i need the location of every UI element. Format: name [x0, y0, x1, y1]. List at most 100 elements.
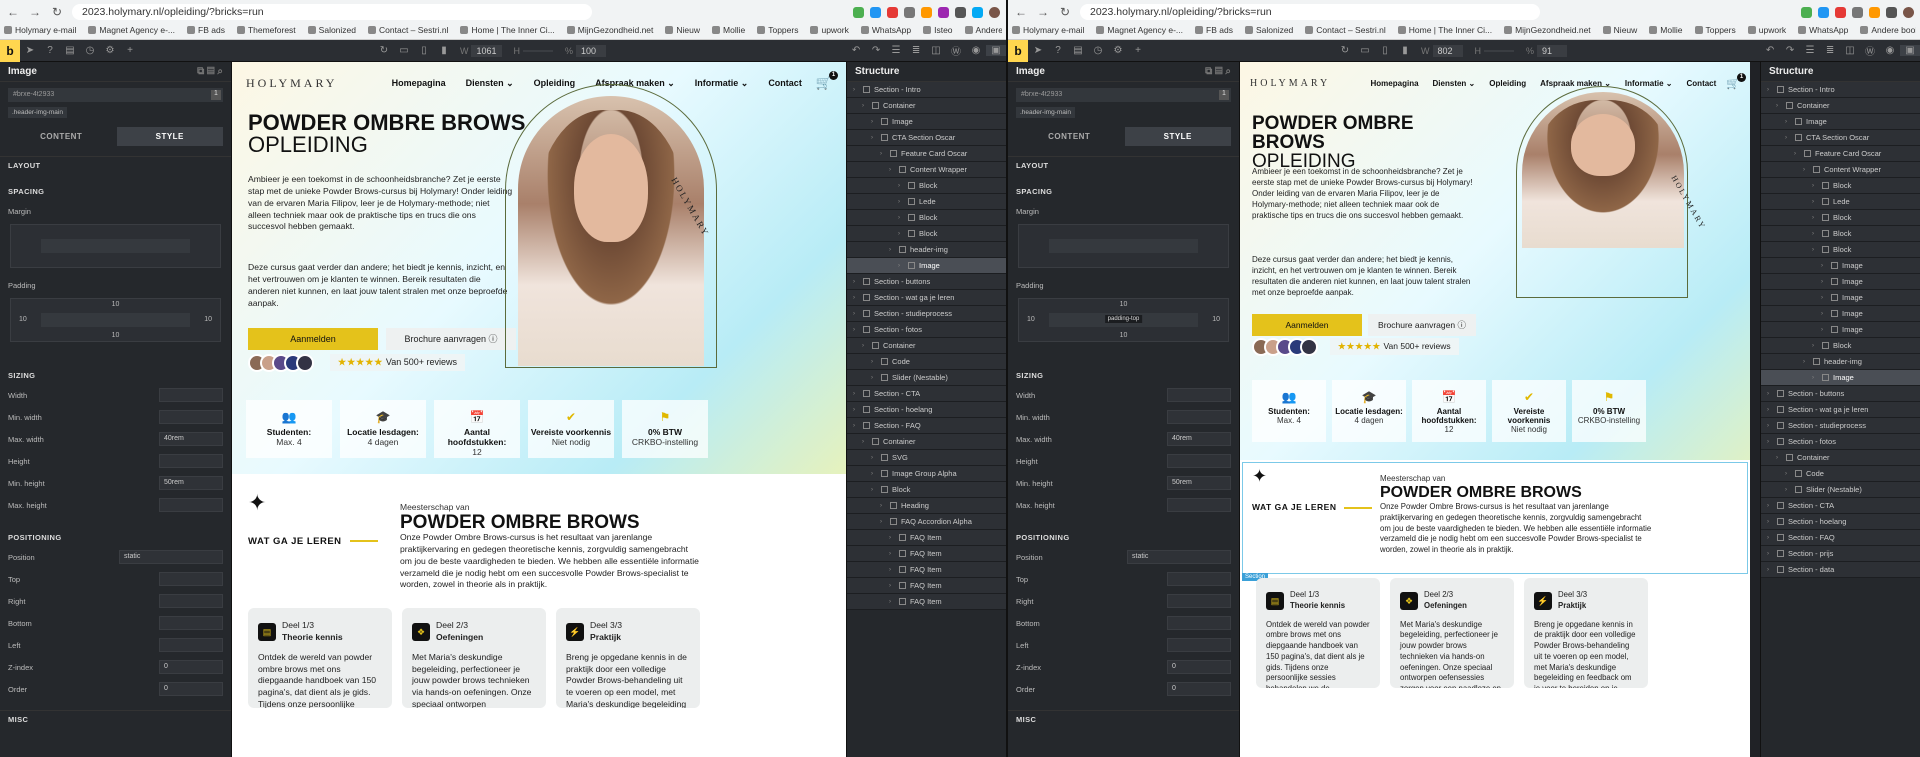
chevron-right-icon[interactable]: › — [1812, 183, 1818, 189]
chevron-right-icon[interactable]: › — [1776, 455, 1782, 461]
chevron-right-icon[interactable]: › — [1767, 391, 1773, 397]
chevron-right-icon[interactable]: › — [1767, 503, 1773, 509]
structure-item[interactable]: › Container — [1761, 450, 1920, 466]
mobile-icon[interactable]: ▮ — [1395, 45, 1415, 56]
add-icon[interactable]: + — [1128, 45, 1148, 56]
cart-icon[interactable]: 🛒 1 — [1726, 72, 1746, 90]
signup-button[interactable]: Aanmelden — [1252, 314, 1362, 336]
structure-item[interactable]: › Lede — [1761, 194, 1920, 210]
bottom-input[interactable] — [159, 616, 223, 630]
structure-item[interactable]: › Image — [1761, 290, 1920, 306]
right-input[interactable] — [1167, 594, 1231, 608]
structure-item[interactable]: › Lede — [847, 194, 1006, 210]
structure-item[interactable]: › FAQ Accordion Alpha — [847, 514, 1006, 530]
structure-item[interactable]: › Block — [847, 226, 1006, 242]
structure-item[interactable]: › Block — [1761, 226, 1920, 242]
settings-icon[interactable]: ⚙ — [100, 45, 120, 56]
pages-icon[interactable]: ▤ — [1068, 45, 1088, 56]
order-input[interactable]: 0 — [159, 682, 223, 696]
cart-icon[interactable]: 🛒 1 — [816, 71, 838, 91]
top-input[interactable] — [1167, 572, 1231, 586]
refresh-icon[interactable]: ↻ — [374, 45, 394, 56]
bookmark[interactable]: Contact – Sestri.nl — [368, 23, 448, 37]
width-field[interactable]: 1061 — [471, 44, 502, 57]
preview-icon[interactable]: ◉ — [966, 45, 986, 56]
bookmark[interactable]: Nieuw — [1602, 23, 1637, 37]
chevron-right-icon[interactable]: › — [889, 247, 895, 253]
redo-icon[interactable]: ↷ — [1780, 45, 1800, 56]
max-width-input[interactable]: 40rem — [1167, 432, 1231, 446]
bookmark[interactable]: Nieuw — [665, 23, 700, 37]
extension-icon[interactable] — [921, 6, 932, 18]
save-icon[interactable]: ▣ — [1900, 45, 1920, 56]
bookmark[interactable]: Isteo — [923, 23, 953, 37]
height-input[interactable] — [159, 454, 223, 468]
reload-icon[interactable]: ↻ — [1058, 5, 1072, 19]
menu-item[interactable]: Informatie ⌄ — [1625, 79, 1673, 88]
structure-item[interactable]: › header-img — [847, 242, 1006, 258]
save-icon[interactable]: ▣ — [986, 45, 1006, 56]
structure-item[interactable]: › Content Wrapper — [1761, 162, 1920, 178]
padding-box[interactable]: 10 10 10 10 — [10, 298, 221, 342]
section-positioning[interactable]: POSITIONING — [1008, 528, 1239, 546]
wordpress-icon[interactable]: Ⓦ — [946, 43, 966, 58]
chevron-right-icon[interactable]: › — [1821, 263, 1827, 269]
structure-item[interactable]: › Block — [1761, 242, 1920, 258]
site-logo[interactable]: HOLYMARY — [1250, 78, 1330, 89]
redo-icon[interactable]: ↷ — [866, 45, 886, 56]
chevron-right-icon[interactable]: › — [1767, 407, 1773, 413]
chevron-right-icon[interactable]: › — [871, 359, 877, 365]
structure-item[interactable]: › Section - hoelang — [847, 402, 1006, 418]
chevron-right-icon[interactable]: › — [1767, 439, 1773, 445]
chevron-right-icon[interactable]: › — [898, 215, 904, 221]
structure-item[interactable]: › SVG — [847, 450, 1006, 466]
order-input[interactable]: 0 — [1167, 682, 1231, 696]
chevron-right-icon[interactable]: › — [1785, 487, 1791, 493]
history-icon[interactable]: ◷ — [1088, 45, 1108, 56]
right-input[interactable] — [159, 594, 223, 608]
chevron-right-icon[interactable]: › — [853, 87, 859, 93]
section-sizing[interactable]: SIZING — [1008, 366, 1239, 384]
chevron-right-icon[interactable]: › — [871, 119, 877, 125]
chevron-right-icon[interactable]: › — [871, 135, 877, 141]
structure-item[interactable]: › Section - wat ga je leren — [1761, 402, 1920, 418]
structure-item[interactable]: › FAQ Item — [847, 530, 1006, 546]
min-width-input[interactable] — [159, 410, 223, 424]
preview-icon[interactable]: ◉ — [1880, 45, 1900, 56]
brochure-button[interactable]: Brochure aanvragen ⓘ — [1368, 314, 1476, 336]
structure-item[interactable]: › Slider (Nestable) — [847, 370, 1006, 386]
bookmark[interactable]: Home | The Inner Ci... — [1397, 23, 1492, 37]
structure-item[interactable]: › Container — [847, 434, 1006, 450]
zindex-input[interactable]: 0 — [1167, 660, 1231, 674]
address-bar[interactable]: 2023.holymary.nl/opleiding/?bricks=run — [1080, 4, 1540, 20]
structure-item[interactable]: › header-img — [1761, 354, 1920, 370]
bookmark[interactable]: Andere bookmarks — [1860, 23, 1916, 37]
min-height-input[interactable]: 50rem — [1167, 476, 1231, 490]
bookmark[interactable]: Salonized — [1244, 23, 1293, 37]
extension-icon[interactable] — [1801, 6, 1812, 18]
position-select[interactable]: static — [119, 550, 223, 564]
position-select[interactable]: static — [1127, 550, 1231, 564]
signup-button[interactable]: Aanmelden — [248, 328, 378, 350]
chevron-right-icon[interactable]: › — [1821, 279, 1827, 285]
bookmark[interactable]: Mollie — [1649, 23, 1683, 37]
chevron-right-icon[interactable]: › — [1785, 119, 1791, 125]
menu-item[interactable]: Contact — [1687, 79, 1717, 88]
chevron-right-icon[interactable]: › — [889, 567, 895, 573]
extension-icon[interactable] — [1869, 6, 1880, 18]
menu-item[interactable]: Opleiding — [1489, 79, 1526, 88]
structure-item[interactable]: › Image — [1761, 258, 1920, 274]
brochure-button[interactable]: Brochure aanvragen ⓘ — [386, 328, 516, 350]
bookmark[interactable]: MijnGezondheid.net — [1504, 23, 1591, 37]
structure-item[interactable]: › Image — [847, 258, 1006, 274]
min-width-input[interactable] — [1167, 410, 1231, 424]
chevron-right-icon[interactable]: › — [880, 519, 886, 525]
bookmark[interactable]: Holymary e-mail — [4, 23, 76, 37]
class-selector[interactable]: #brxe-4t2933 1 — [8, 88, 223, 102]
structure-item[interactable]: › Image — [1761, 274, 1920, 290]
chevron-right-icon[interactable]: › — [1803, 167, 1809, 173]
bookmark[interactable]: Contact – Sestri.nl — [1305, 23, 1386, 37]
bookmark[interactable]: upwork — [810, 23, 849, 37]
structure-item[interactable]: › Section - buttons — [847, 274, 1006, 290]
view-icon[interactable]: ◫ — [1840, 45, 1860, 56]
